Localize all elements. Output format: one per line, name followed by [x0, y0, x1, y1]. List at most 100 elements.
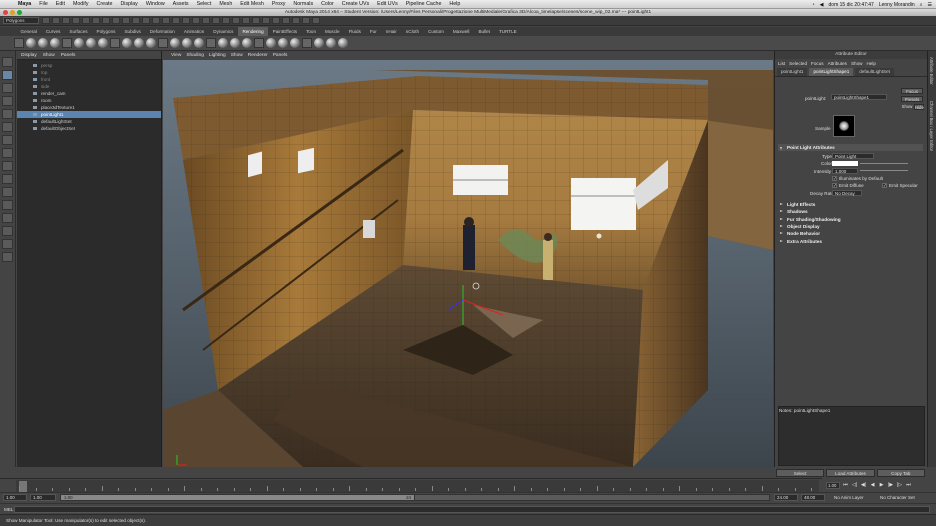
shelf-tab-maxwell[interactable]: Maxwell	[448, 27, 474, 36]
toolbox-tool-icon[interactable]	[2, 70, 13, 80]
menu-select[interactable]: Select	[193, 1, 216, 7]
toolbox-tool-icon[interactable]	[2, 161, 13, 171]
status-tool-icon[interactable]	[192, 17, 200, 24]
section-shadows[interactable]: Shadows	[778, 208, 923, 215]
status-tool-icon[interactable]	[242, 17, 250, 24]
minimize-window-icon[interactable]	[10, 10, 15, 15]
section-object-display[interactable]: Object Display	[778, 223, 923, 230]
3d-viewport[interactable]	[163, 60, 773, 467]
time-slider[interactable]	[0, 478, 936, 492]
emit-specular-checkbox[interactable]: ✓	[882, 183, 887, 188]
status-tool-icon[interactable]	[212, 17, 220, 24]
ae-menu-focus[interactable]: Focus	[811, 61, 824, 66]
shelf-tab-custom[interactable]: Custom	[424, 27, 449, 36]
status-tool-icon[interactable]	[112, 17, 120, 24]
outliner-item[interactable]: side	[17, 83, 161, 90]
shelf-tab-bullet[interactable]: Bullet	[474, 27, 495, 36]
anim-end-field[interactable]: 48.00	[801, 494, 825, 501]
zoom-window-icon[interactable]	[17, 10, 22, 15]
menu-edit-mesh[interactable]: Edit Mesh	[236, 1, 268, 7]
shelf-tool-icon[interactable]	[86, 38, 96, 48]
tab-channel-box[interactable]: Channel Box / Layer Editor	[929, 101, 934, 151]
outliner-menu-display[interactable]: Display	[21, 53, 37, 58]
anim-layer-dropdown[interactable]: No Anim Layer	[834, 495, 864, 500]
status-tool-icon[interactable]	[142, 17, 150, 24]
menu-assets[interactable]: Assets	[169, 1, 193, 7]
shelf-tool-icon[interactable]	[14, 38, 24, 48]
toolbox-tool-icon[interactable]	[2, 109, 13, 119]
shelf-tab-toon[interactable]: Toon	[302, 27, 321, 36]
type-dropdown[interactable]: Point Light	[832, 153, 874, 159]
status-tool-icon[interactable]	[272, 17, 280, 24]
shelf-tab-subdivs[interactable]: Subdivs	[120, 27, 145, 36]
shelf-tab-turtle[interactable]: TURTLE	[494, 27, 521, 36]
ae-menu-help[interactable]: Help	[866, 61, 875, 66]
toolbox-tool-icon[interactable]	[2, 213, 13, 223]
ae-tab[interactable]: defaultLightSet	[855, 68, 894, 76]
current-frame-field[interactable]: 1.00	[826, 481, 840, 489]
outliner-item[interactable]: defaultObjectSet	[17, 125, 161, 132]
viewport-menu-show[interactable]: Show	[231, 53, 243, 58]
shelf-tool-icon[interactable]	[266, 38, 276, 48]
shelf-tab-curves[interactable]: Curves	[41, 27, 65, 36]
shelf-tool-icon[interactable]	[254, 38, 264, 48]
step-back-icon[interactable]: ◀|	[860, 482, 867, 488]
volume-icon[interactable]: ◀	[820, 2, 824, 8]
menu-color[interactable]: Color	[317, 1, 338, 7]
shelf-tool-icon[interactable]	[230, 38, 240, 48]
shelf-tool-icon[interactable]	[146, 38, 156, 48]
shelf-tool-icon[interactable]	[278, 38, 288, 48]
hide-button[interactable]: Hide	[914, 104, 924, 110]
section-point-light-attributes[interactable]: Point Light Attributes	[778, 144, 923, 151]
status-tool-icon[interactable]	[262, 17, 270, 24]
status-tool-icon[interactable]	[102, 17, 110, 24]
shelf-tool-icon[interactable]	[110, 38, 120, 48]
ae-menu-attributes[interactable]: Attributes	[828, 61, 847, 66]
shelf-tool-icon[interactable]	[218, 38, 228, 48]
color-slider[interactable]	[860, 163, 908, 164]
wifi-icon[interactable]: ◔	[812, 2, 815, 8]
toolbox-tool-icon[interactable]	[2, 57, 13, 67]
toolbox-tool-icon[interactable]	[2, 96, 13, 106]
timeline-ruler[interactable]	[16, 480, 819, 492]
menu-normals[interactable]: Normals	[289, 1, 317, 7]
toolbox-tool-icon[interactable]	[2, 122, 13, 132]
status-tool-icon[interactable]	[132, 17, 140, 24]
menu-list-icon[interactable]: ☰	[928, 2, 932, 8]
load-attributes-button[interactable]: Load Attributes	[826, 469, 875, 477]
shelf-tab-polygons[interactable]: Polygons	[92, 27, 120, 36]
status-tool-icon[interactable]	[282, 17, 290, 24]
show-button[interactable]: Show	[901, 104, 913, 110]
shelf-tool-icon[interactable]	[158, 38, 168, 48]
clock-label[interactable]: dom 15 dic 20:47:47	[829, 2, 874, 8]
status-tool-icon[interactable]	[52, 17, 60, 24]
toolbox-tool-icon[interactable]	[2, 252, 13, 262]
step-forward-icon[interactable]: |▶	[887, 482, 894, 488]
status-tool-icon[interactable]	[202, 17, 210, 24]
status-tool-icon[interactable]	[72, 17, 80, 24]
viewport-menu-lighting[interactable]: Lighting	[209, 53, 226, 58]
menu-file[interactable]: File	[35, 1, 52, 7]
intensity-field[interactable]: 1.000	[832, 168, 858, 174]
shelf-tool-icon[interactable]	[182, 38, 192, 48]
go-to-end-icon[interactable]: ⏭	[905, 482, 912, 488]
shelf-tool-icon[interactable]	[170, 38, 180, 48]
toolbox-tool-icon[interactable]	[2, 187, 13, 197]
status-tool-icon[interactable]	[42, 17, 50, 24]
shelf-tool-icon[interactable]	[38, 38, 48, 48]
outliner-item[interactable]: room	[17, 97, 161, 104]
shelf-tool-icon[interactable]	[122, 38, 132, 48]
status-tool-icon[interactable]	[82, 17, 90, 24]
menu-mesh[interactable]: Mesh	[215, 1, 236, 7]
viewport-menu-view[interactable]: View	[171, 53, 181, 58]
menu-window[interactable]: Window	[142, 1, 169, 7]
menu-create-uvs[interactable]: Create UVs	[338, 1, 373, 7]
play-forward-icon[interactable]: ▶	[878, 482, 885, 488]
presets-button[interactable]: Presets	[901, 96, 923, 102]
mel-input[interactable]	[14, 506, 930, 513]
status-tool-icon[interactable]	[152, 17, 160, 24]
shelf-tab-fluids[interactable]: Fluids	[344, 27, 365, 36]
menu-modify[interactable]: Modify	[69, 1, 93, 7]
shelf-tool-icon[interactable]	[74, 38, 84, 48]
playback-end-field[interactable]: 24.00	[774, 494, 798, 501]
